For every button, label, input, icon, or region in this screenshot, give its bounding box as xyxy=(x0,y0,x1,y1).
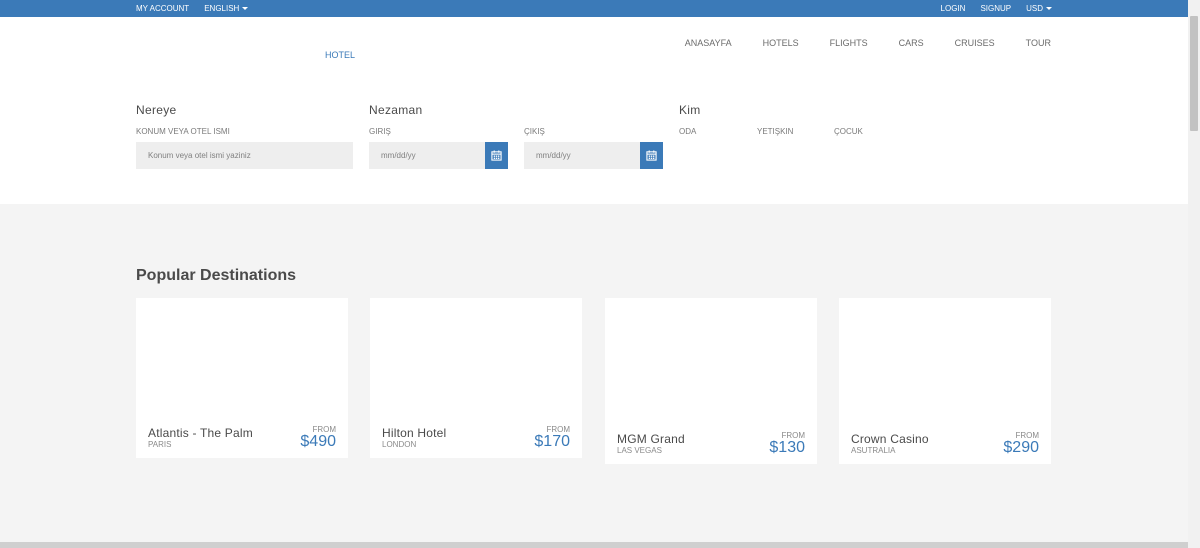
destination-price: $490 xyxy=(300,433,336,450)
destination-name: Hilton Hotel xyxy=(382,426,447,440)
destination-city: ASUTRALIA xyxy=(851,446,896,455)
destination-city: LAS VEGAS xyxy=(617,446,662,455)
calendar-icon xyxy=(646,150,657,161)
checkout-date-input[interactable] xyxy=(524,142,640,169)
destination-city: PARIS xyxy=(148,440,172,449)
main-nav: ANASAYFA HOTELS FLIGHTS CARS CRUISES TOU… xyxy=(685,38,1051,48)
top-bar-left: MY ACCOUNT ENGLISH xyxy=(136,0,249,17)
login-link[interactable]: LOGIN xyxy=(941,4,966,13)
caret-down-icon xyxy=(242,7,249,11)
nav-item-flights[interactable]: FLIGHTS xyxy=(830,38,868,48)
nav-item-tour[interactable]: TOUR xyxy=(1026,38,1051,48)
destination-card[interactable]: Crown Casino ASUTRALIA FROM $290 xyxy=(839,298,1051,464)
destination-price: $290 xyxy=(1003,439,1039,456)
room-label[interactable]: ODA xyxy=(679,127,696,136)
destination-price: $130 xyxy=(769,439,805,456)
adult-label[interactable]: YETIŞKIN xyxy=(757,127,793,136)
destination-name: MGM Grand xyxy=(617,432,685,446)
checkin-calendar-button[interactable] xyxy=(485,142,508,169)
currency-label: USD xyxy=(1026,4,1043,13)
language-label: ENGLISH xyxy=(204,4,240,13)
footer-edge xyxy=(0,542,1188,548)
destination-card[interactable]: Atlantis - The Palm PARIS FROM $490 xyxy=(136,298,348,458)
signup-link[interactable]: SIGNUP xyxy=(980,4,1011,13)
destination-card[interactable]: MGM Grand LAS VEGAS FROM $130 xyxy=(605,298,817,464)
checkin-label: GIRIŞ xyxy=(369,127,391,136)
caret-down-icon xyxy=(1046,7,1052,11)
location-input[interactable] xyxy=(136,142,353,169)
destination-name: Atlantis - The Palm xyxy=(148,426,253,440)
who-title: Kim xyxy=(679,103,701,117)
destination-card[interactable]: Hilton Hotel LONDON FROM $170 xyxy=(370,298,582,458)
checkin-date-input[interactable] xyxy=(369,142,485,169)
section-title: Popular Destinations xyxy=(136,267,297,284)
child-label[interactable]: ÇOCUK xyxy=(834,127,863,136)
currency-dropdown[interactable]: USD xyxy=(1026,4,1052,13)
my-account-link[interactable]: MY ACCOUNT xyxy=(136,4,189,13)
nav-item-anasayfa[interactable]: ANASAYFA xyxy=(685,38,732,48)
top-bar-right: LOGIN SIGNUP USD xyxy=(941,0,1052,17)
location-label: KONUM VEYA OTEL ISMI xyxy=(136,127,230,136)
destination-price: $170 xyxy=(534,433,570,450)
destination-name: Crown Casino xyxy=(851,432,929,446)
where-title: Nereye xyxy=(136,103,177,117)
nav-item-hotels[interactable]: HOTELS xyxy=(763,38,799,48)
header: HOTEL ANASAYFA HOTELS FLIGHTS CARS CRUIS… xyxy=(0,17,1188,204)
page-scrollbar[interactable] xyxy=(1188,0,1200,548)
nav-item-cars[interactable]: CARS xyxy=(899,38,924,48)
nav-item-cruises[interactable]: CRUISES xyxy=(955,38,995,48)
checkout-label: ÇIKIŞ xyxy=(524,127,545,136)
checkout-calendar-button[interactable] xyxy=(640,142,663,169)
destination-city: LONDON xyxy=(382,440,417,449)
scrollbar-thumb[interactable] xyxy=(1190,16,1198,131)
calendar-icon xyxy=(491,150,502,161)
tab-hotel[interactable]: HOTEL xyxy=(325,50,355,60)
language-dropdown[interactable]: ENGLISH xyxy=(204,4,249,13)
when-title: Nezaman xyxy=(369,103,423,117)
top-bar: MY ACCOUNT ENGLISH LOGIN SIGNUP USD xyxy=(0,0,1188,17)
